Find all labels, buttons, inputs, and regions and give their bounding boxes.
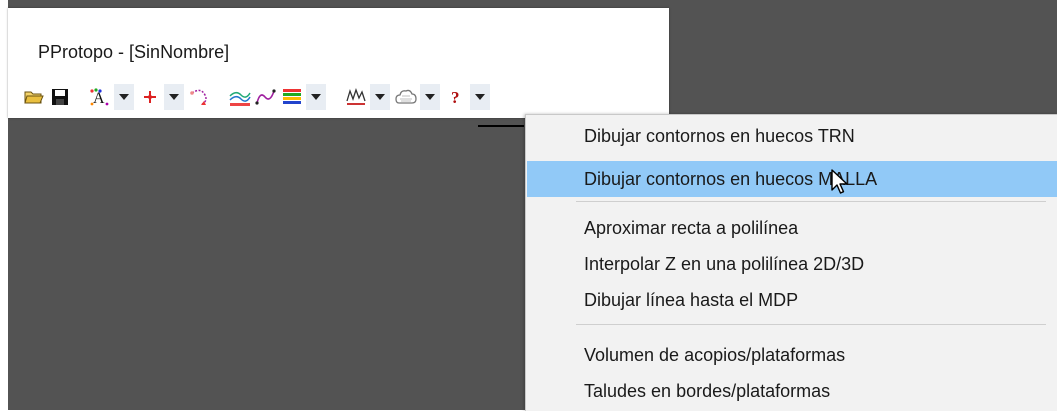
- menu-item-taludes-bordes[interactable]: Taludes en bordes/plataformas: [527, 373, 1057, 409]
- text-style-dropdown[interactable]: [114, 84, 134, 110]
- window-title: PProtopo - [SinNombre]: [38, 42, 230, 62]
- context-menu: Dibujar contornos en huecos TRN Dibujar …: [525, 114, 1057, 411]
- mouse-pointer-icon: [830, 168, 852, 196]
- color-grid-dropdown[interactable]: [306, 84, 326, 110]
- app-window: PProtopo - [SinNombre] A ?: [8, 8, 669, 118]
- point-icon[interactable]: [138, 84, 162, 110]
- contour-lines-icon[interactable]: [228, 84, 252, 110]
- toolbar-extension-line: [478, 125, 524, 127]
- menu-item-contornos-trn[interactable]: Dibujar contornos en huecos TRN: [527, 118, 1057, 154]
- menu-item-aproximar-recta[interactable]: Aproximar recta a polilínea: [527, 210, 1057, 246]
- menu-item-contornos-malla[interactable]: Dibujar contornos en huecos MALLA: [527, 161, 1057, 197]
- profile-icon[interactable]: [344, 84, 368, 110]
- open-folder-icon[interactable]: [22, 84, 46, 110]
- volume-cloud-icon[interactable]: [394, 84, 418, 110]
- menu-item-volumen-acopios[interactable]: Volumen de acopios/plataformas: [527, 337, 1057, 373]
- volume-dropdown[interactable]: [420, 84, 440, 110]
- polyline-icon[interactable]: [254, 84, 278, 110]
- svg-text:?: ?: [451, 88, 460, 107]
- curve-arrow-icon[interactable]: [188, 84, 212, 110]
- text-style-icon[interactable]: A: [88, 84, 112, 110]
- toolbar: A ?: [22, 82, 494, 112]
- point-dropdown[interactable]: [164, 84, 184, 110]
- menu-item-linea-mdp[interactable]: Dibujar línea hasta el MDP: [527, 282, 1057, 318]
- menu-item-interpolar-z[interactable]: Interpolar Z en una polilínea 2D/3D: [527, 246, 1057, 282]
- menu-separator: [576, 324, 1046, 325]
- help-dropdown[interactable]: [470, 84, 490, 110]
- color-grid-icon[interactable]: [280, 84, 304, 110]
- help-icon[interactable]: ?: [444, 84, 468, 110]
- menu-separator: [576, 201, 1046, 202]
- profile-dropdown[interactable]: [370, 84, 390, 110]
- save-disk-icon[interactable]: [48, 84, 72, 110]
- svg-text:A: A: [93, 90, 105, 107]
